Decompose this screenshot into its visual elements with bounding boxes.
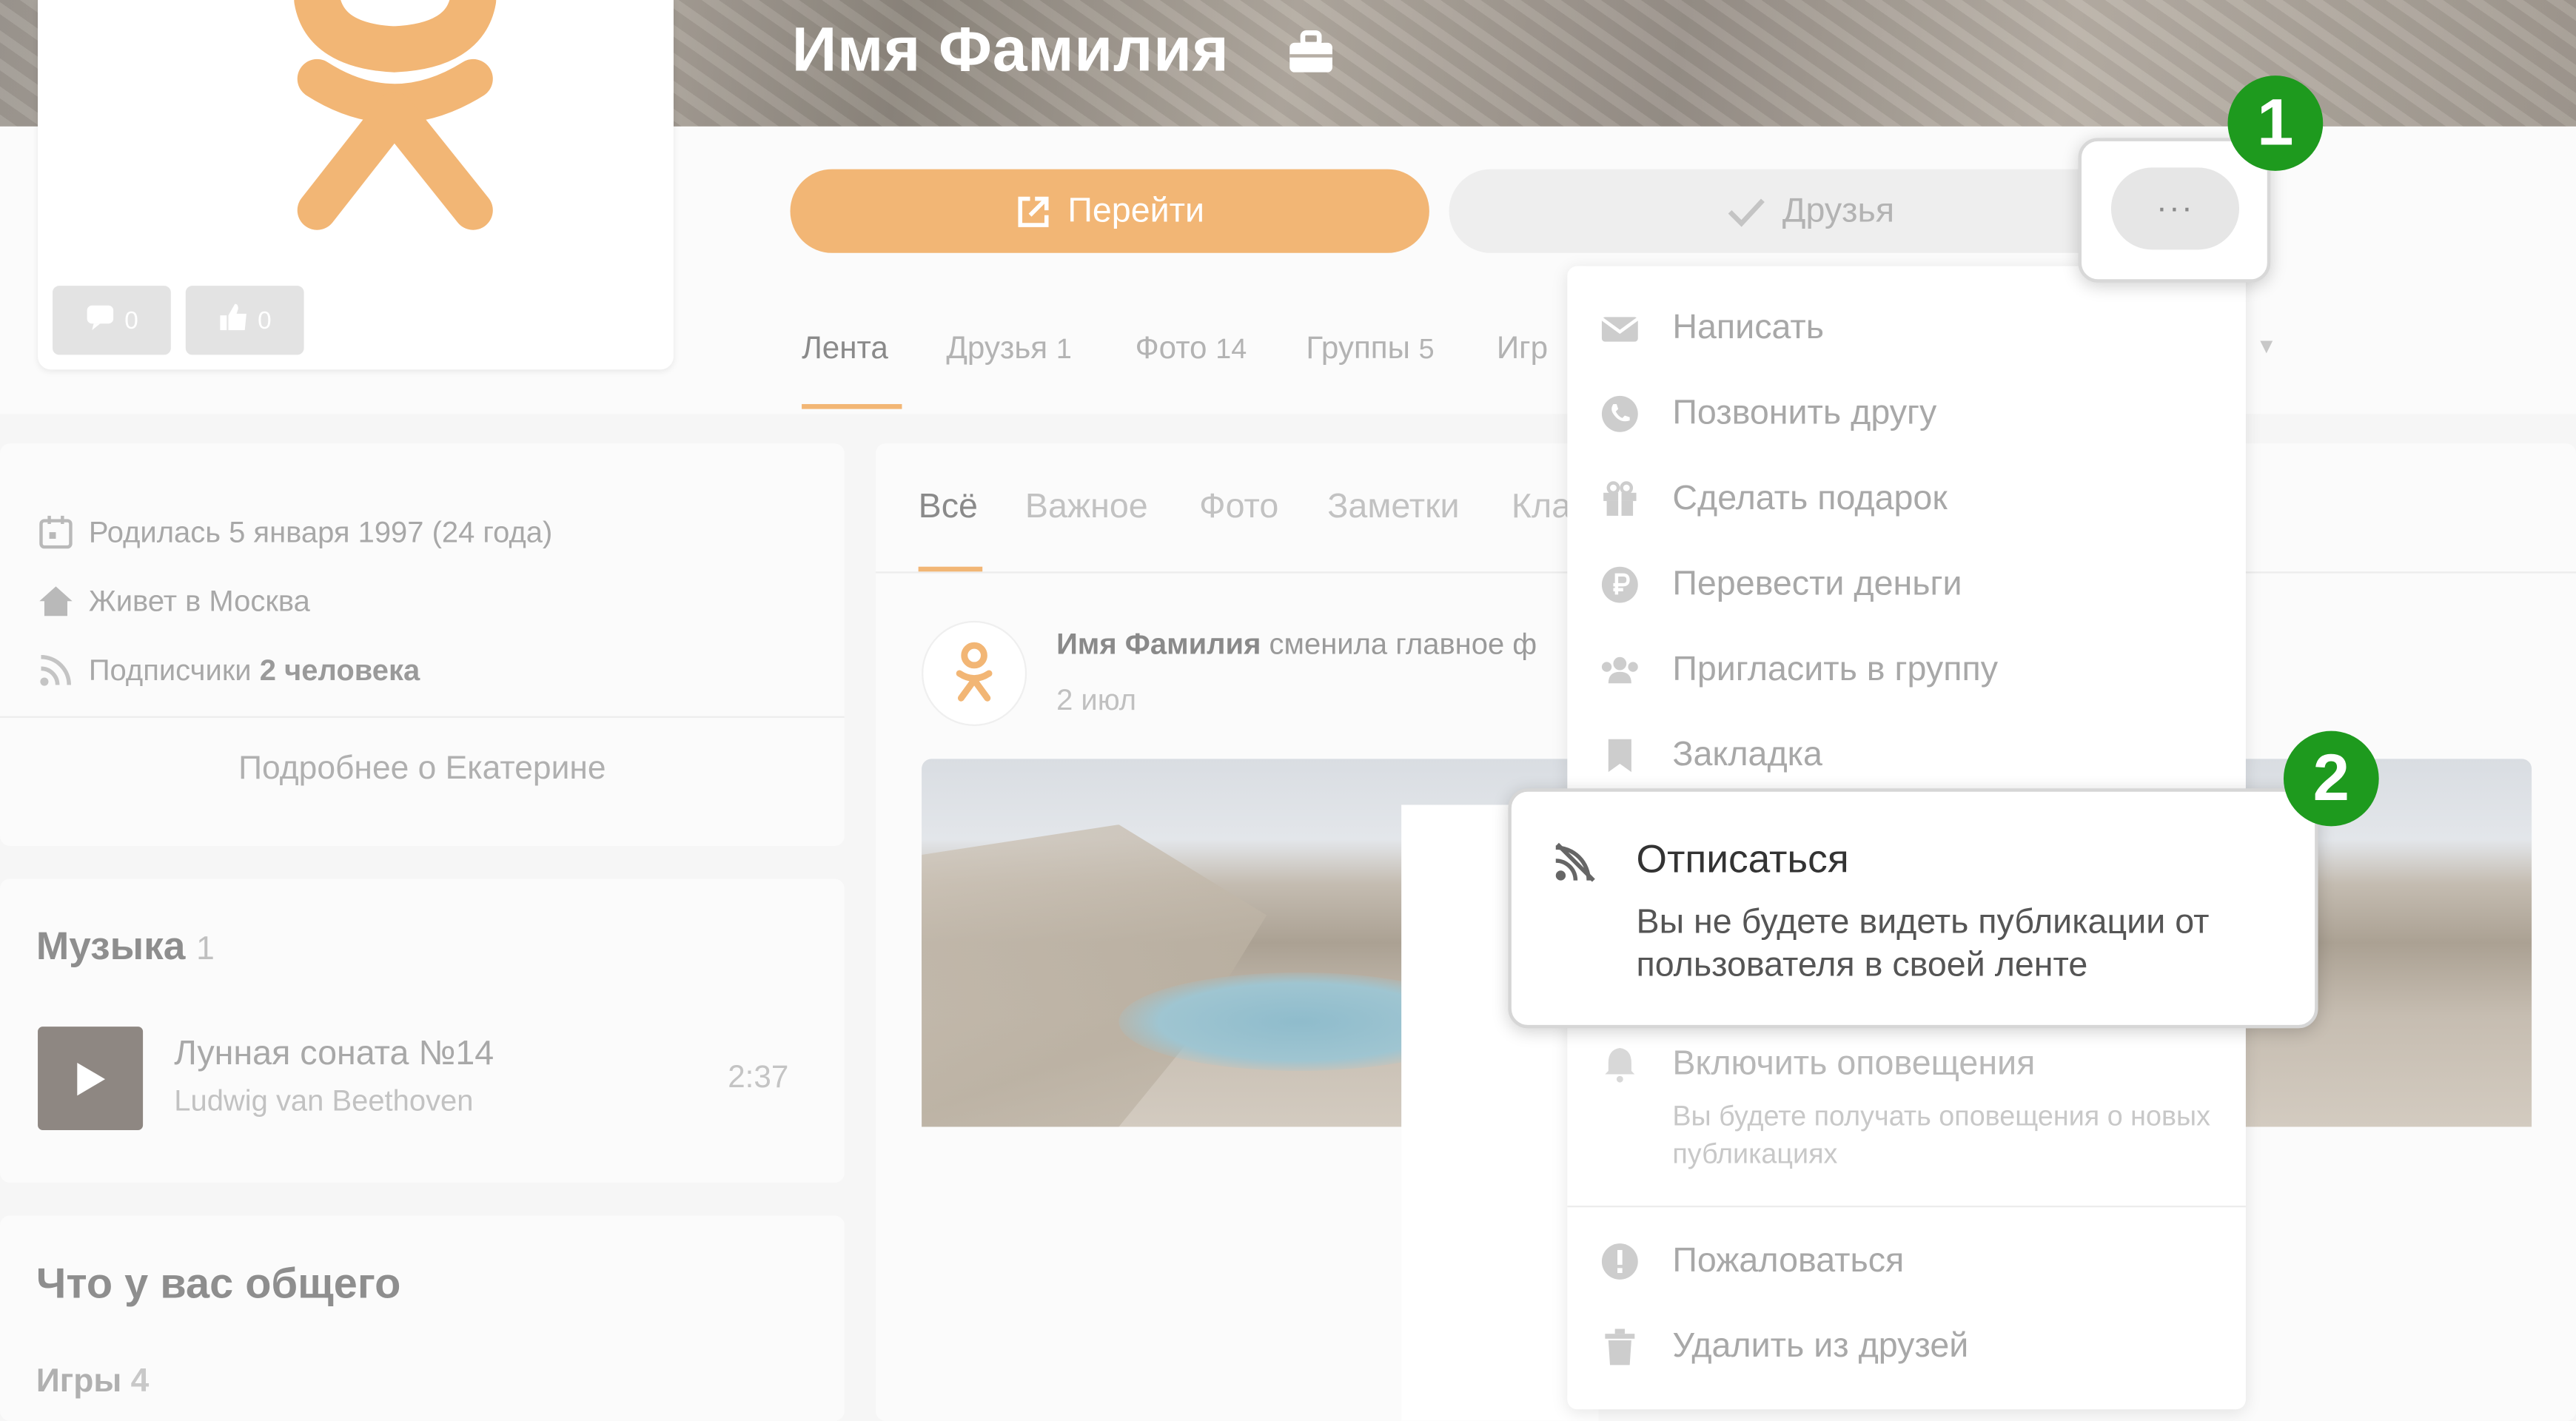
calendar-icon [39,515,73,549]
post-avatar[interactable] [922,620,1027,726]
bell-icon [1605,1047,1635,1083]
feed-tab-classes[interactable]: Кла [1512,488,1571,527]
menu-item-unsubscribe[interactable]: Отписаться Вы не будете видеть публикаци… [1508,788,2318,1029]
step-badge-1: 1 [2227,75,2324,171]
more-dots-icon: ··· [2156,189,2194,226]
menu-item-invite[interactable]: Пригласить в группу [1600,645,1998,695]
play-icon [77,1061,106,1095]
comment-icon [85,304,115,337]
rss-icon [40,654,71,686]
comments-button[interactable]: 0 [53,286,171,355]
ok-logo-icon [294,0,497,230]
divider [1567,1206,2246,1208]
tab-groups[interactable]: Группы 5 [1306,332,1434,368]
menu-item-report[interactable]: Пожаловаться [1600,1237,1904,1286]
common-title: Что у вас общего [36,1258,401,1308]
likes-button[interactable]: 0 [185,286,304,355]
step-badge-2: 2 [2283,730,2379,827]
avatar-card: 0 0 [38,0,674,370]
birth-info: Родилась 5 января 1997 (24 года) [36,512,552,551]
page: Имя Фамилия 0 0 Перейти Друзья Лента Дру… [0,0,2576,1421]
chevron-down-icon: ▼ [2255,333,2278,358]
tab-feed[interactable]: Лента [802,332,888,368]
feed-tab-notes[interactable]: Заметки [1327,488,1459,527]
common-games[interactable]: Игры 4 [36,1363,149,1401]
comments-count: 0 [124,306,138,335]
feed-tab-important[interactable]: Важное [1025,488,1148,527]
menu-item-bookmark[interactable]: Закладка [1600,731,1822,781]
more-button-highlight: ··· [2078,138,2271,283]
go-button-label: Перейти [1067,191,1205,229]
check-icon [1728,198,1765,226]
menu-item-gift[interactable]: Сделать подарок [1600,474,1948,524]
menu-item-remove-friend[interactable]: Удалить из друзей [1600,1323,1968,1372]
tab-active-underline [802,403,902,409]
play-button[interactable] [38,1027,144,1130]
gift-icon [1603,481,1637,516]
trash-icon [1605,1328,1635,1365]
more-about-link[interactable]: Подробнее о Екатерине [0,750,845,788]
menu-item-call[interactable]: Позвонить другу [1600,389,1936,439]
envelope-icon [1600,317,1640,342]
feed-tab-underline [918,566,983,572]
menu-item-transfer[interactable]: Перевести деньги [1600,560,1962,610]
post-author[interactable]: Имя Фамилия [1056,628,1261,660]
unsubscribe-label: Отписаться [1636,837,1849,882]
menu-item-write[interactable]: Написать [1600,304,1824,354]
feed-tab-all[interactable]: Всё [919,488,978,527]
post-date: 2 июл [1056,683,1137,716]
exclamation-icon [1601,1243,1638,1280]
music-title[interactable]: Музыка 1 [36,925,215,971]
tab-photos[interactable]: Фото 14 [1136,332,1247,368]
external-link-icon [1018,195,1049,226]
tab-games[interactable]: Игр [1497,332,1548,368]
go-button[interactable]: Перейти [790,169,1429,253]
track-duration: 2:37 [728,1061,789,1096]
ok-logo-icon [956,642,993,702]
divider [0,716,845,718]
home-icon [39,586,73,617]
tab-friends[interactable]: Друзья 1 [946,332,1072,368]
more-button[interactable]: ··· [2110,167,2240,250]
city-info: Живет в Москва [36,582,310,621]
feed-tab-photo[interactable]: Фото [1199,488,1278,527]
profile-name: Имя Фамилия [791,16,1230,86]
unsubscribe-icon [1555,842,1595,882]
menu-item-notifications[interactable]: Включить оповещения [1600,1040,2035,1089]
track-artist[interactable]: Ludwig van Beethoven [174,1084,473,1119]
track-title[interactable]: Лунная соната №14 [174,1035,494,1074]
friends-button[interactable]: Друзья [1449,169,2173,253]
unsubscribe-description: Вы не будете видеть публикации от пользо… [1636,903,2210,984]
briefcase-icon [1289,30,1332,73]
ruble-icon [1601,566,1638,603]
group-icon [1601,656,1638,684]
phone-icon [1601,395,1638,432]
thumbs-up-icon [218,302,248,338]
post-header: Имя Фамилия сменила главное ф [1056,627,1537,661]
likes-count: 0 [258,306,272,335]
followers-info[interactable]: Подписчики 2 человека [36,651,420,690]
bookmark-icon [1608,739,1631,773]
notifications-description: Вы будете получать оповещения о новых пу… [1672,1100,2211,1170]
friends-button-label: Друзья [1782,191,1895,229]
